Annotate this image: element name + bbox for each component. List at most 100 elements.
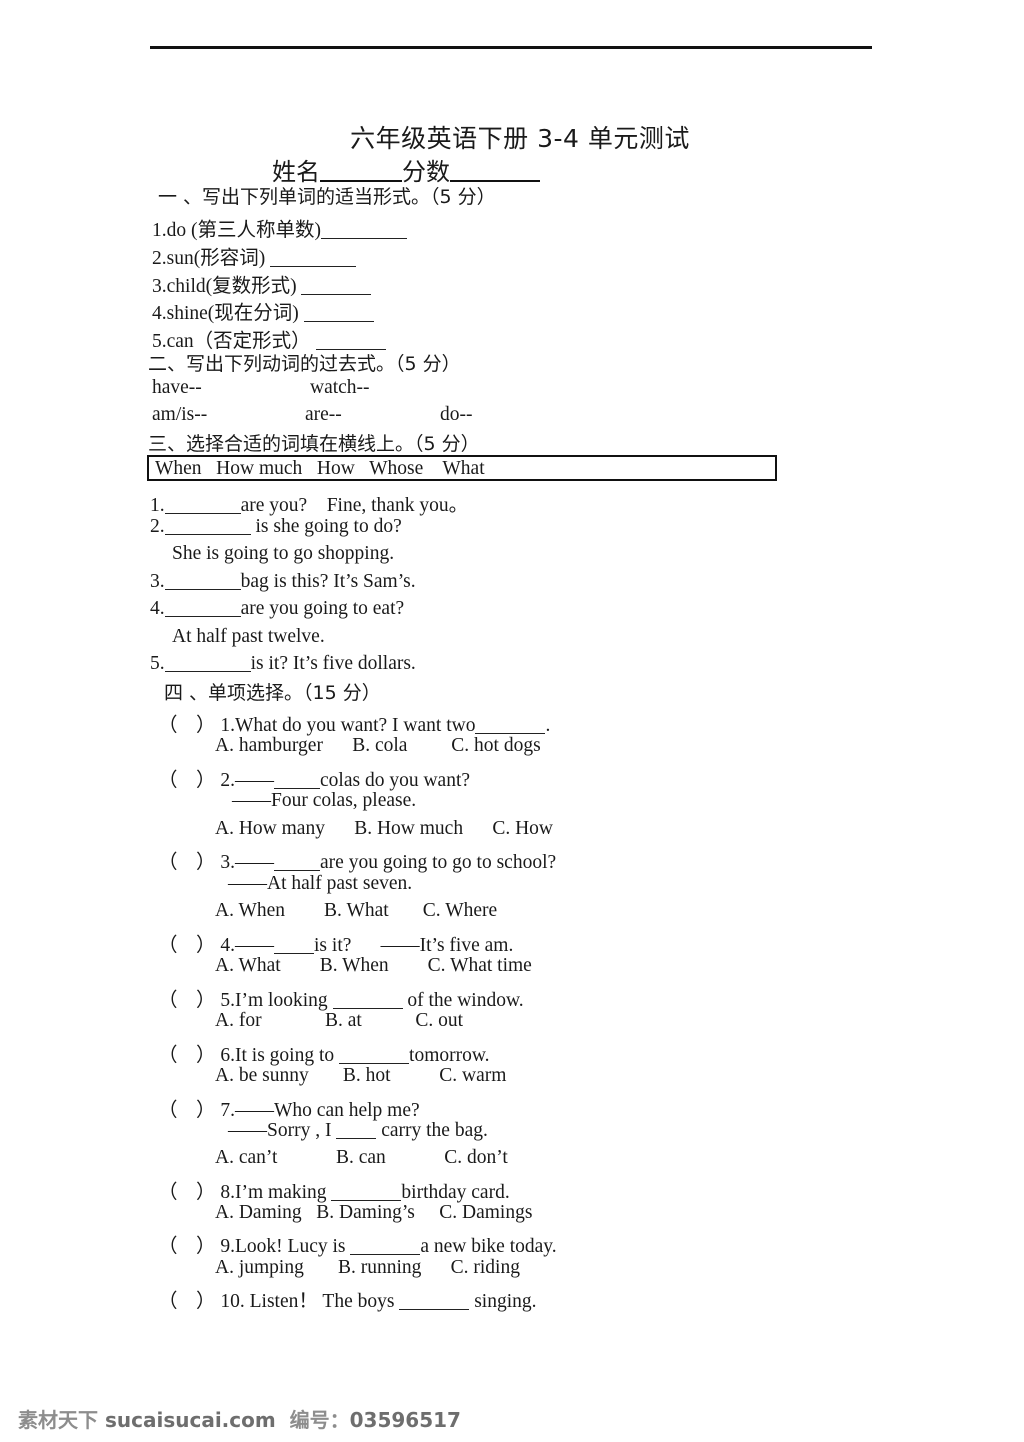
question-2: （ ） 2.—— colas do you want? (158, 763, 470, 792)
question-stem-end: birthday card. (401, 1182, 510, 1203)
watermark-site-label: 素材天下 (18, 1408, 98, 1432)
answer-blank[interactable] (339, 1063, 410, 1064)
question-stem: 7.——Who can help me? (220, 1100, 420, 1121)
question-1-options[interactable]: A. hamburger B. cola C. hot dogs (215, 735, 541, 757)
bracket-close: ） (196, 1236, 216, 1257)
question-stem-end: colas do you want? (320, 770, 471, 791)
section-3-blank-1: 1. are you? Fine, thank you。 (150, 488, 468, 517)
answer-bracket[interactable]: （ (158, 845, 196, 874)
item-text: 3.child(复数形式) (152, 276, 297, 297)
answer-bracket[interactable]: （ (158, 1175, 196, 1204)
question-2-options[interactable]: A. How many B. How much C. How (215, 818, 553, 840)
answer-blank[interactable] (274, 788, 321, 789)
answer-blank[interactable] (331, 1200, 402, 1201)
section-2-verb-watch: watch-- (310, 377, 370, 398)
bracket-open: （ (158, 852, 178, 873)
question-3-options[interactable]: A. When B. What C. Where (215, 900, 497, 922)
answer-blank[interactable] (332, 1008, 403, 1009)
question-stem: 6.It is going to (220, 1045, 340, 1066)
question-1: （ ） 1.What do you want? I want two. (158, 708, 550, 737)
question-stem: 5.I’m looking (220, 990, 333, 1011)
item-text: 4.shine(现在分词) (152, 303, 299, 324)
answer-blank[interactable] (399, 1309, 470, 1310)
answer-blank[interactable] (164, 513, 241, 514)
answer-blank[interactable] (475, 733, 546, 734)
answer-blank[interactable] (274, 953, 315, 954)
answer-blank[interactable] (164, 671, 251, 672)
question-stem: 9.Look! Lucy is (220, 1236, 351, 1257)
bracket-open: （ (158, 1236, 178, 1257)
worksheet-page: { "document": { "title": "六年级英语下册 3-4 单元… (0, 0, 1024, 1442)
item-number: 5. (150, 653, 165, 674)
answer-bracket[interactable]: （ (158, 1284, 196, 1313)
answer-blank[interactable] (270, 266, 357, 267)
answer-bracket[interactable]: （ (158, 983, 196, 1012)
answer-text-pre: ——Sorry , I (228, 1120, 337, 1141)
question-4-options[interactable]: A. What B. When C. What time (215, 955, 532, 977)
section-2-verb-am-is: am/is-- (152, 404, 208, 425)
answer-bracket[interactable]: （ (158, 763, 196, 792)
question-stem-end: tomorrow. (409, 1045, 490, 1066)
bracket-open: （ (158, 1045, 178, 1066)
word-bank-box: When How much How Whose What (147, 455, 777, 481)
question-stem-end: a new bike today. (420, 1236, 557, 1257)
word-bank-words: When How much How Whose What (155, 458, 485, 479)
section-2-heading: 二、写出下列动词的过去式。（5 分） (148, 353, 461, 375)
section-2-verb-are: are-- (305, 404, 342, 425)
answer-bracket[interactable]: （ (158, 928, 196, 957)
bracket-close: ） (196, 990, 216, 1011)
item-text: are you going to eat? (240, 598, 405, 619)
answer-bracket[interactable]: （ (158, 1038, 196, 1067)
answer-blank[interactable] (164, 534, 251, 535)
answer-blank[interactable] (321, 238, 407, 239)
answer-blank[interactable] (164, 616, 241, 617)
question-5: （ ） 5.I’m looking of the window. (158, 983, 524, 1012)
section-1-heading: 一 、写出下列单词的适当形式。（5 分） (158, 186, 496, 208)
question-stem-end: . (545, 715, 551, 736)
answer-bracket[interactable]: （ (158, 1093, 196, 1122)
section-3-blank-4-answer-line: At half past twelve. (172, 626, 325, 647)
item-text: is it? It’s five dollars. (250, 653, 416, 674)
bracket-close: ） (196, 1182, 216, 1203)
item-text: bag is this? It’s Sam’s. (240, 571, 416, 592)
question-4: （ ） 4.—— is it? ——It’s five am. (158, 928, 513, 957)
answer-blank[interactable] (350, 1254, 421, 1255)
bracket-open: （ (158, 1291, 178, 1312)
item-number: 2. (150, 516, 165, 537)
section-2-verb-have: have-- (152, 377, 202, 398)
question-2-answer-line: ——Four colas, please. (232, 790, 417, 811)
question-7-options[interactable]: A. can’t B. can C. don’t (215, 1147, 508, 1169)
answer-bracket[interactable]: （ (158, 1229, 196, 1258)
answer-blank[interactable] (274, 870, 321, 871)
question-stem: 10. Listen！ The boys (220, 1291, 400, 1312)
question-5-options[interactable]: A. for B. at C. out (215, 1010, 463, 1032)
section-2-verb-do: do-- (440, 404, 473, 425)
item-number: 4. (150, 598, 165, 619)
page-title: 六年级英语下册 3-4 单元测试 (350, 124, 690, 153)
question-8-options[interactable]: A. Daming B. Daming’s C. Damings (215, 1202, 532, 1224)
section-1-item-2: 2.sun(形容词) (152, 241, 357, 270)
question-9-options[interactable]: A. jumping B. running C. riding (215, 1257, 520, 1279)
answer-blank[interactable] (336, 1138, 377, 1139)
question-8: （ ） 8.I’m making birthday card. (158, 1175, 510, 1204)
answer-blank[interactable] (301, 294, 372, 295)
watermark-id-value: 03596517 (349, 1408, 461, 1432)
answer-blank[interactable] (303, 321, 374, 322)
answer-blank[interactable] (164, 589, 241, 590)
question-stem: 1.What do you want? I want two (220, 715, 476, 736)
watermark-site-url: sucaisucai.com (104, 1408, 276, 1432)
question-stem-end: are you going to go to school? (320, 852, 557, 873)
question-stem-end: singing. (469, 1291, 537, 1312)
question-stem-end: is it? ——It’s five am. (314, 935, 514, 956)
bracket-close: ） (196, 1291, 216, 1312)
question-6-options[interactable]: A. be sunny B. hot C. warm (215, 1065, 506, 1087)
question-9: （ ） 9.Look! Lucy is a new bike today. (158, 1229, 557, 1258)
watermark-id-label: 编号： (289, 1408, 350, 1432)
bracket-close: ） (196, 770, 216, 791)
header-divider-rule (150, 46, 872, 49)
bracket-open: （ (158, 1100, 178, 1121)
answer-bracket[interactable]: （ (158, 708, 196, 737)
section-3-blank-5: 5. is it? It’s five dollars. (150, 653, 416, 675)
bracket-open: （ (158, 935, 178, 956)
bracket-close: ） (196, 935, 216, 956)
